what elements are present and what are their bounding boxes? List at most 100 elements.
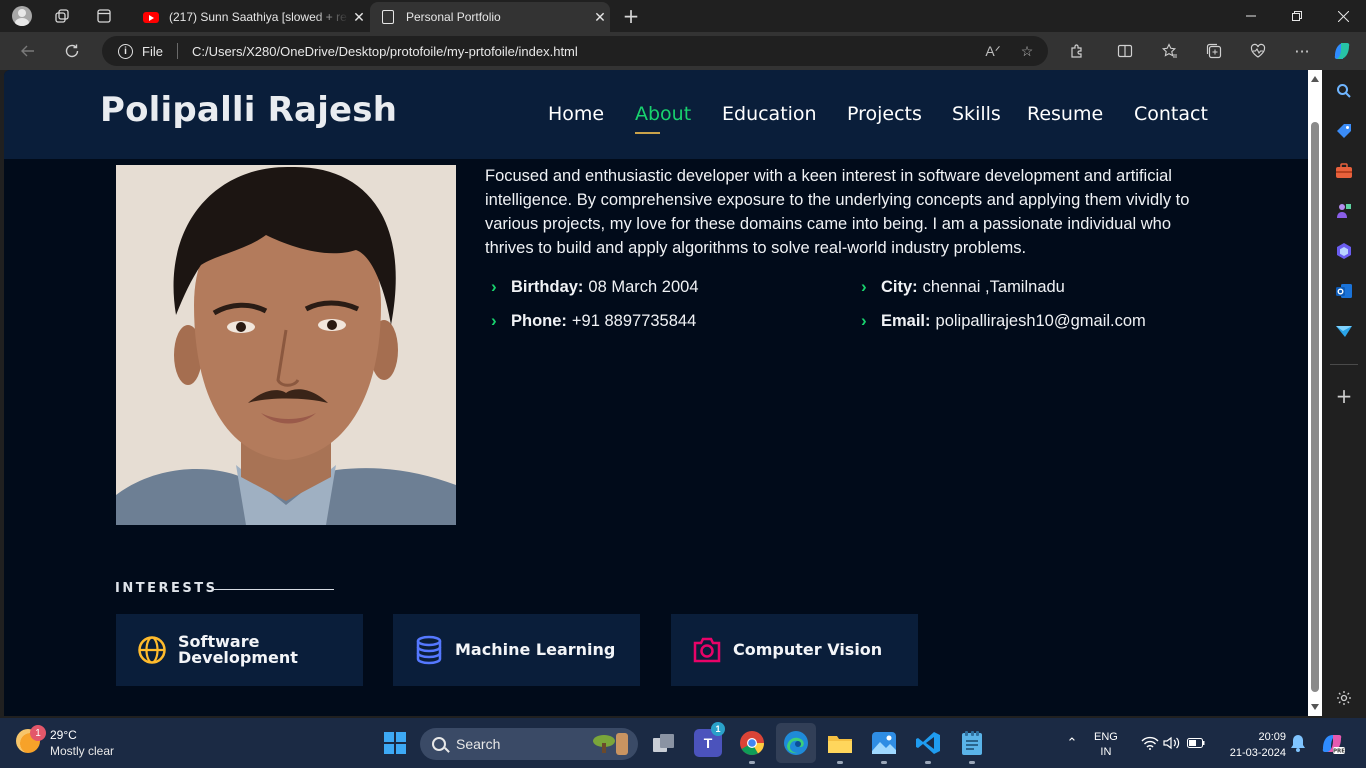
split-screen-icon[interactable] (1113, 39, 1137, 63)
scrollbar-thumb[interactable] (1311, 122, 1319, 692)
taskbar-search-label: Search (456, 736, 501, 752)
camera-icon (691, 634, 723, 666)
file-explorer-icon[interactable] (826, 729, 854, 764)
url-text[interactable]: C:/Users/X280/OneDrive/Desktop/protofoil… (192, 44, 980, 59)
minimize-button[interactable] (1228, 0, 1274, 32)
nav-home[interactable]: Home (548, 103, 604, 133)
battery-icon[interactable] (1182, 729, 1210, 757)
profile-photo (116, 165, 456, 525)
weather-temp: 29°C (50, 728, 77, 742)
search-icon[interactable] (1334, 81, 1354, 101)
teams-icon[interactable]: T 1 (694, 722, 725, 757)
chevron-right-icon: › (861, 277, 867, 296)
scroll-down-arrow-icon[interactable] (1311, 704, 1319, 710)
language-line-2: IN (1100, 746, 1112, 758)
restore-button[interactable] (1274, 0, 1320, 32)
collections-icon[interactable] (1202, 39, 1226, 63)
back-arrow-icon[interactable] (16, 39, 40, 63)
more-options-icon[interactable]: ··· (1290, 39, 1314, 63)
new-tab-icon[interactable]: + (619, 4, 643, 28)
interest-label-line-2: Development (178, 648, 298, 667)
interest-card-software-development[interactable]: Software Development (116, 614, 363, 686)
page-scrollbar[interactable] (1308, 70, 1322, 716)
tools-briefcase-icon[interactable] (1334, 161, 1354, 181)
page-viewport: Polipalli Rajesh Home About Education Pr… (4, 70, 1308, 716)
tab-title: (217) Sunn Saathiya [slowed + re (169, 10, 347, 24)
nav-contact[interactable]: Contact (1134, 103, 1208, 133)
start-windows-icon[interactable] (384, 732, 406, 754)
interest-label: Machine Learning (455, 640, 616, 659)
taskbar-clock[interactable]: 20:09 21-03-2024 (1230, 729, 1286, 761)
tab-actions-icon[interactable] (92, 4, 116, 28)
info-birthday: › Birthday: 08 March 2004 (485, 277, 699, 297)
tab-youtube[interactable]: (217) Sunn Saathiya [slowed + re ✕ (131, 2, 369, 32)
edge-icon[interactable] (776, 723, 816, 763)
vscode-icon[interactable] (914, 729, 942, 764)
database-icon (413, 634, 445, 666)
info-label: Phone: (511, 311, 567, 330)
nav-education[interactable]: Education (722, 103, 817, 133)
interest-label: Software Development (178, 634, 298, 666)
browser-essentials-icon[interactable] (1246, 39, 1270, 63)
games-icon[interactable] (1334, 201, 1354, 221)
chevron-right-icon: › (861, 311, 867, 330)
info-icon[interactable]: i (118, 43, 133, 59)
nav-active-underline (635, 132, 660, 134)
interests-divider (214, 589, 334, 590)
outlook-icon[interactable] (1334, 281, 1354, 301)
task-view-icon[interactable] (650, 729, 678, 757)
copilot-icon[interactable] (1330, 39, 1354, 63)
extensions-icon[interactable] (1065, 39, 1089, 63)
favorites-icon[interactable] (1158, 39, 1182, 63)
info-phone: › Phone: +91 8897735844 (485, 311, 696, 331)
address-bar[interactable]: i File C:/Users/X280/OneDrive/Desktop/pr… (102, 36, 1048, 66)
browser-tab-strip: (217) Sunn Saathiya [slowed + re ✕ Perso… (0, 0, 1366, 32)
interest-card-computer-vision[interactable]: Computer Vision (671, 614, 918, 686)
interests-title: INTERESTS (115, 581, 218, 596)
info-value: +91 8897735844 (571, 311, 697, 330)
copilot-pre-icon[interactable]: PRE (1318, 729, 1346, 757)
language-line-1: ENG (1094, 731, 1118, 743)
close-tab-icon[interactable]: ✕ (590, 9, 610, 26)
info-label: Email: (881, 311, 931, 330)
nav-projects[interactable]: Projects (847, 103, 922, 133)
read-aloud-icon[interactable]: Aᐟ (980, 43, 1006, 60)
sidebar-divider (1330, 364, 1358, 365)
close-tab-icon[interactable]: ✕ (349, 9, 369, 26)
site-logo[interactable]: Polipalli Rajesh (100, 90, 397, 130)
drop-send-icon[interactable] (1334, 321, 1354, 341)
address-toolbar: i File C:/Users/X280/OneDrive/Desktop/pr… (0, 32, 1366, 70)
shopping-tag-icon[interactable] (1334, 121, 1354, 141)
close-window-button[interactable] (1320, 0, 1366, 32)
address-separator (176, 43, 178, 59)
taskbar-search[interactable]: Search (420, 728, 638, 760)
favorite-star-icon[interactable]: ☆ (1014, 43, 1040, 60)
workspaces-icon[interactable] (50, 4, 74, 28)
chrome-icon[interactable] (738, 729, 766, 764)
nav-skills[interactable]: Skills (952, 103, 1001, 133)
refresh-icon[interactable] (60, 39, 84, 63)
site-header: Polipalli Rajesh Home About Education Pr… (4, 70, 1308, 159)
tab-personal-portfolio[interactable]: Personal Portfolio ✕ (370, 2, 610, 32)
add-sidebar-app-icon[interactable]: + (1334, 384, 1354, 408)
clock-date: 21-03-2024 (1229, 747, 1286, 759)
show-hidden-icons-chevron-icon[interactable]: ⌃ (1058, 729, 1086, 757)
nav-resume[interactable]: Resume (1027, 103, 1103, 133)
photos-icon[interactable] (870, 729, 898, 764)
page-icon (382, 10, 394, 24)
microsoft-365-icon[interactable] (1334, 241, 1354, 261)
url-scheme: File (142, 43, 163, 59)
notification-bell-icon[interactable] (1284, 729, 1312, 757)
search-icon (432, 737, 446, 751)
language-indicator[interactable]: ENG IN (1094, 730, 1118, 760)
profile-avatar-icon[interactable] (10, 4, 34, 28)
sidebar-settings-gear-icon[interactable] (1334, 688, 1354, 708)
interest-card-machine-learning[interactable]: Machine Learning (393, 614, 640, 686)
svg-text:PRE: PRE (1333, 749, 1345, 755)
scroll-up-arrow-icon[interactable] (1311, 76, 1319, 82)
nav-about[interactable]: About (635, 103, 691, 134)
tab-title: Personal Portfolio (406, 10, 501, 24)
chevron-right-icon: › (491, 311, 497, 330)
notepad-icon[interactable] (958, 729, 986, 764)
weather-badge: 1 (30, 725, 46, 741)
